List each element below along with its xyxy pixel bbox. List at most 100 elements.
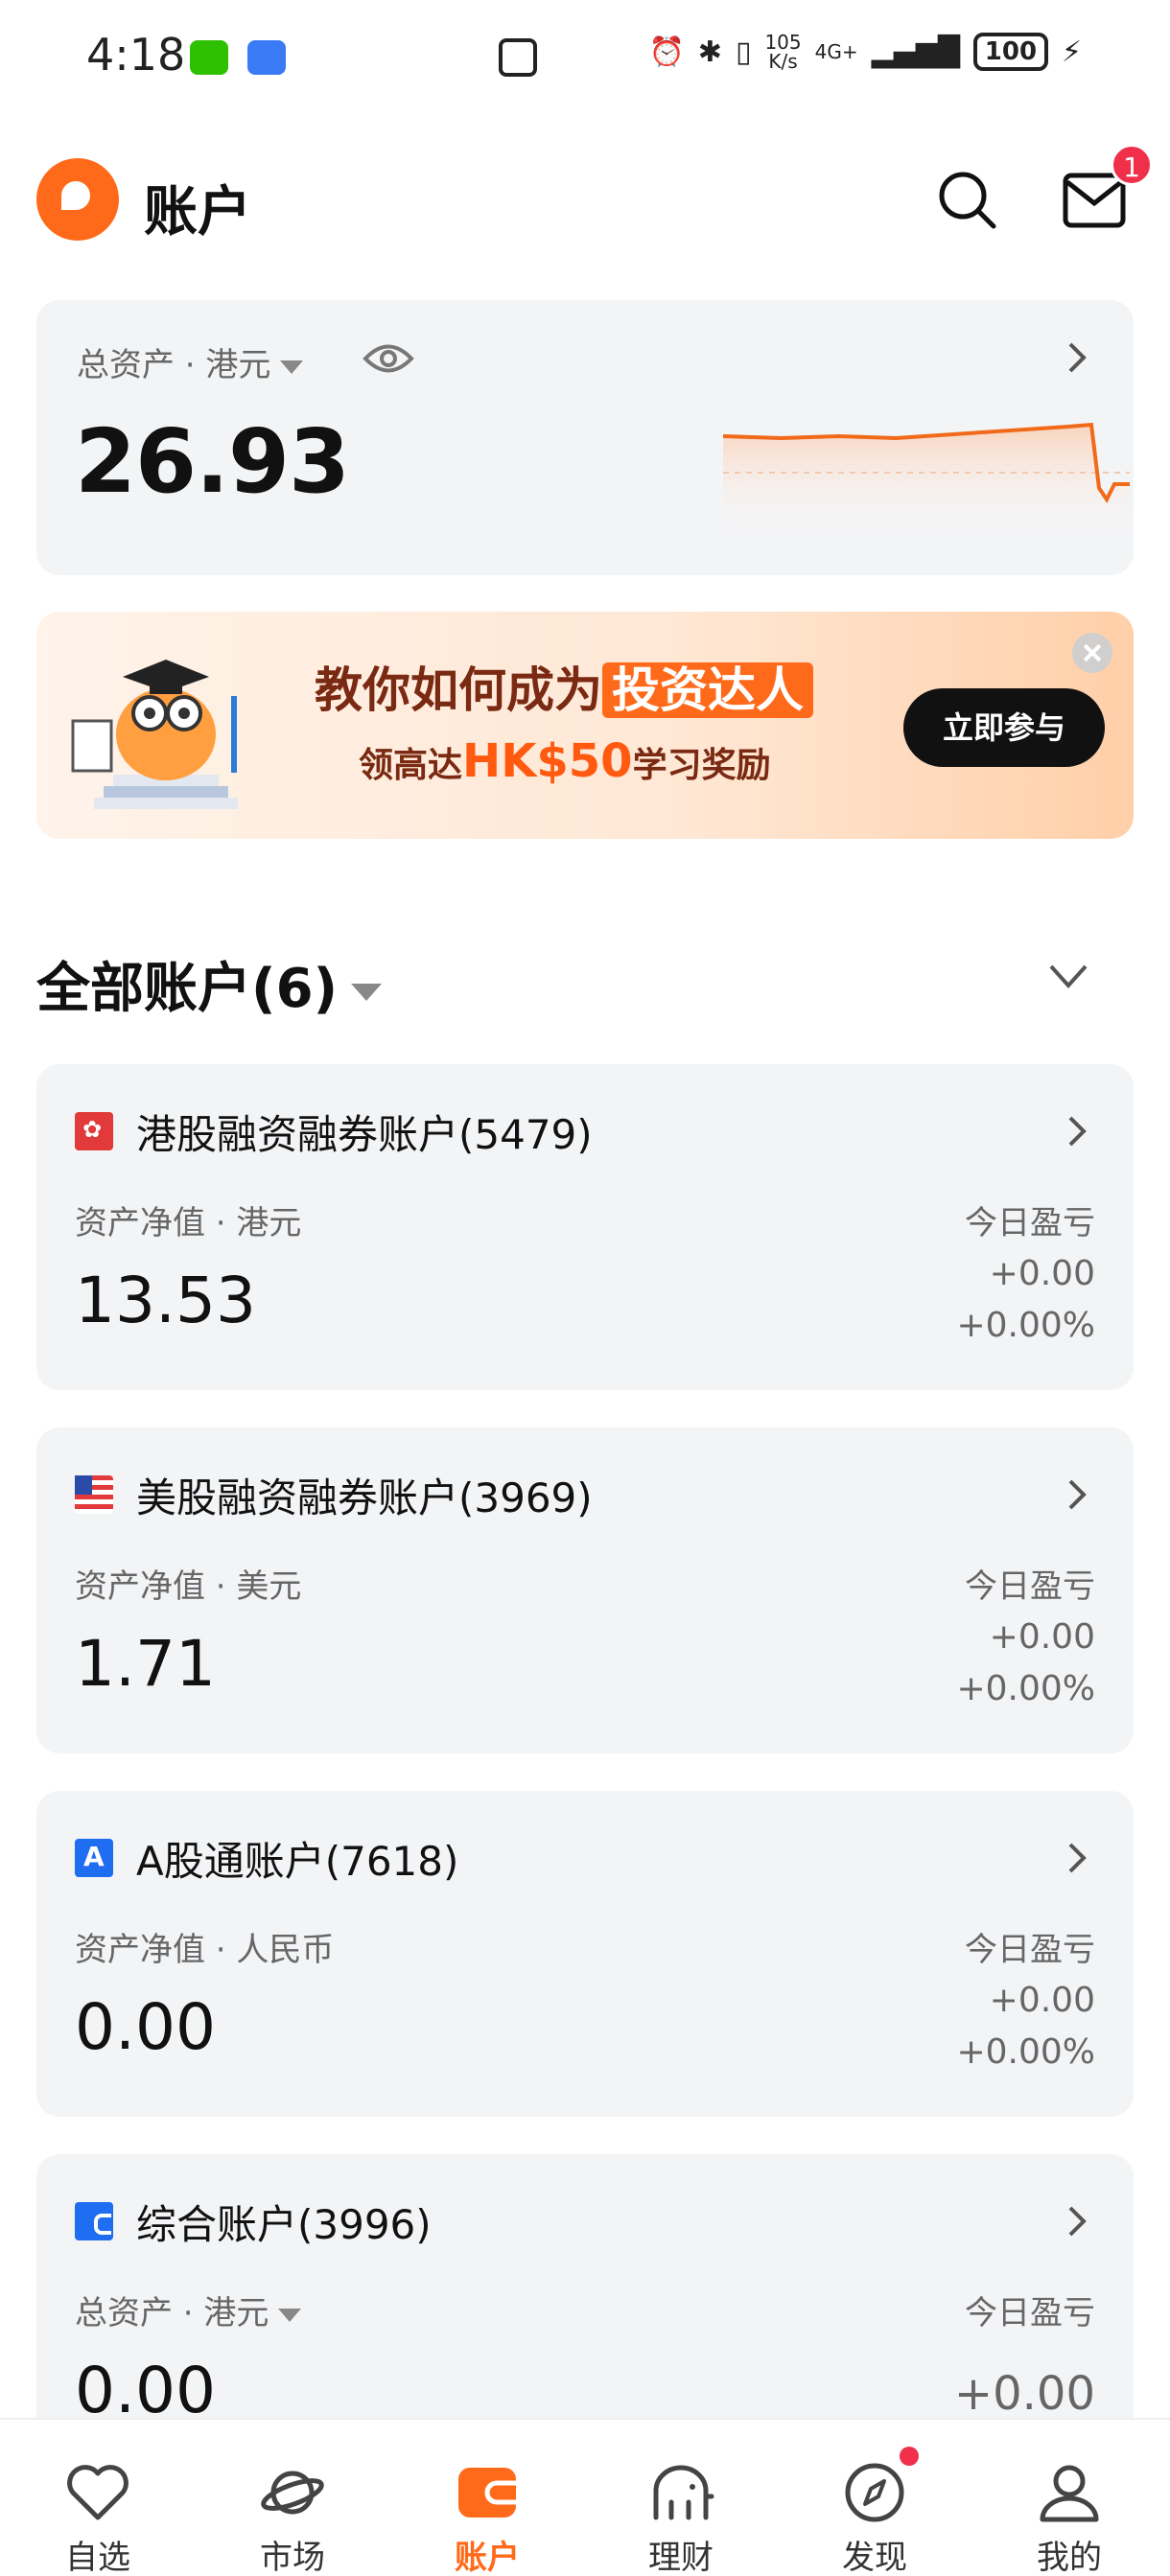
close-banner-icon[interactable]: [1072, 633, 1112, 673]
wallet-icon: [458, 2468, 516, 2518]
chevron-right-icon[interactable]: [1063, 2202, 1091, 2240]
network-speed-unit: K/s: [768, 50, 798, 73]
today-pl-amount: +0.00: [989, 1617, 1095, 1657]
tab-label: 市场: [260, 2539, 325, 2576]
account-name: 美股融资融券账户(3969): [136, 1474, 593, 1521]
today-pl-label: 今日盈亏: [965, 1567, 1095, 1606]
account-card-hk[interactable]: 港股融资融券账户(5479) 资产净值 · 港元 13.53 今日盈亏 +0.0…: [36, 1064, 1134, 1390]
chevron-right-icon[interactable]: [1063, 1475, 1091, 1514]
bluetooth-icon: ✱: [697, 35, 722, 69]
tab-label: 账户: [455, 2539, 520, 2576]
account-net-value-label: 资产净值 · 人民币: [75, 1931, 335, 1969]
tab-market[interactable]: 市场: [216, 2420, 369, 2576]
account-net-value: 0.00: [75, 1990, 216, 2064]
account-card-us[interactable]: 美股融资融券账户(3969) 资产净值 · 美元 1.71 今日盈亏 +0.00…: [36, 1427, 1134, 1753]
status-bar: 4:18 ⏰ ✱ ▯ 105 K/s 4G+ ▂▄▆█ 100 ⚡: [0, 0, 1170, 115]
tab-watchlist[interactable]: 自选: [21, 2420, 175, 2576]
tab-discover[interactable]: 发现: [798, 2420, 951, 2576]
account-net-value: 1.71: [75, 1627, 216, 1701]
account-name: A股通账户(7618): [136, 1838, 459, 1885]
alarm-icon: ⏰: [648, 35, 685, 69]
asset-trend-sparkline: [723, 422, 1130, 540]
wifi-notification-icon: [247, 40, 286, 75]
notification-dot: [900, 2447, 919, 2466]
chevron-right-icon[interactable]: [1063, 338, 1091, 377]
currency-dropdown-icon[interactable]: [280, 360, 304, 374]
today-pl-label: 今日盈亏: [965, 1204, 1095, 1242]
today-pl-label: 今日盈亏: [965, 2294, 1095, 2332]
status-time: 4:18: [86, 29, 186, 81]
mascot-graduate-illustration: [71, 660, 238, 809]
today-pl-percent: +0.00%: [956, 1306, 1095, 1345]
today-pl-amount: +0.00: [953, 2367, 1095, 2421]
chevron-down-icon[interactable]: [1045, 957, 1091, 995]
tab-label: 自选: [65, 2539, 130, 2576]
banner-subline: 领高达HK$50学习奖励: [359, 734, 771, 788]
compass-icon: [845, 2463, 904, 2522]
tab-me[interactable]: 我的: [993, 2420, 1146, 2576]
account-total-assets-label-text: 总资产 · 港元: [75, 2294, 269, 2332]
total-assets-value: 26.93: [75, 410, 350, 513]
total-assets-label-text: 总资产 · 港元: [77, 346, 271, 384]
chevron-right-icon[interactable]: [1063, 1112, 1091, 1150]
banner-subline-prefix: 领高达: [359, 746, 463, 785]
banner-headline-prefix: 教你如何成为: [315, 662, 602, 718]
account-net-value-label: 资产净值 · 美元: [75, 1567, 302, 1606]
today-pl-label: 今日盈亏: [965, 1931, 1095, 1969]
account-card-composite[interactable]: 综合账户(3996) 总资产 · 港元 0.00 今日盈亏 +0.00: [36, 2154, 1134, 2442]
vibrate-icon: ▯: [735, 35, 752, 69]
heart-icon: [67, 2465, 129, 2520]
account-name: 港股融资融券账户(5479): [136, 1111, 593, 1158]
accounts-dropdown-icon[interactable]: [351, 983, 383, 1001]
signal-icon: ▂▄▆█: [871, 35, 960, 69]
battery-indicator: 100: [972, 33, 1048, 71]
eye-icon[interactable]: [363, 340, 414, 377]
today-pl-percent: +0.00%: [956, 1669, 1095, 1708]
account-name: 综合账户(3996): [136, 2201, 432, 2248]
banner-headline: 教你如何成为 投资达人: [315, 652, 813, 721]
account-net-value: 13.53: [75, 1264, 256, 1337]
tab-account[interactable]: 账户: [410, 2420, 564, 2576]
join-now-button[interactable]: 立即参与: [903, 688, 1105, 767]
charging-icon: ⚡: [1061, 35, 1082, 69]
total-assets-card[interactable]: 总资产 · 港元 26.93: [36, 300, 1134, 575]
bottom-tab-bar: 自选 市场 账户 理财 发现 我的: [0, 2418, 1170, 2576]
hk-flag-icon: [75, 1112, 113, 1150]
banner-reward-amount: HK$50: [462, 734, 633, 788]
status-right-icons: ⏰ ✱ ▯ 105 K/s 4G+ ▂▄▆█ 100 ⚡: [648, 33, 1082, 71]
mail-icon[interactable]: [1063, 173, 1126, 228]
wallet-account-icon: [75, 2202, 113, 2240]
planet-icon: [261, 2471, 324, 2515]
nfc-icon: [499, 38, 537, 77]
account-net-value-label: 资产净值 · 港元: [75, 1204, 302, 1242]
wechat-notification-icon: [190, 40, 228, 75]
all-accounts-header[interactable]: 全部账户(6): [36, 945, 383, 1023]
a-share-icon: [75, 1839, 113, 1877]
elephant-icon: [653, 2465, 714, 2520]
app-header: 账户 1: [0, 144, 1170, 259]
us-flag-icon: [75, 1475, 113, 1514]
tab-label: 理财: [648, 2539, 714, 2576]
today-pl-percent: +0.00%: [956, 2032, 1095, 2072]
page-title: 账户: [144, 181, 251, 244]
today-pl-amount: +0.00: [989, 1981, 1095, 2020]
person-icon: [1040, 2465, 1099, 2522]
tab-label: 发现: [842, 2539, 907, 2576]
app-logo: [36, 158, 119, 241]
tab-label: 我的: [1037, 2539, 1102, 2576]
account-total-value: 0.00: [75, 2354, 216, 2427]
account-card-a-share[interactable]: A股通账户(7618) 资产净值 · 人民币 0.00 今日盈亏 +0.00 +…: [36, 1791, 1134, 2117]
network-type: 4G+: [814, 40, 858, 63]
promo-banner[interactable]: 教你如何成为 投资达人 领高达HK$50学习奖励 立即参与: [36, 612, 1134, 839]
chevron-right-icon[interactable]: [1063, 1839, 1091, 1877]
today-pl-amount: +0.00: [989, 1254, 1095, 1293]
all-accounts-title: 全部账户(6): [36, 958, 339, 1020]
search-icon[interactable]: [936, 169, 997, 230]
tab-wealth[interactable]: 理财: [604, 2420, 758, 2576]
account-total-assets-label[interactable]: 总资产 · 港元: [75, 2286, 302, 2333]
banner-subline-suffix: 学习奖励: [632, 746, 771, 785]
total-assets-label[interactable]: 总资产 · 港元: [77, 338, 304, 385]
banner-headline-highlight: 投资达人: [602, 662, 813, 718]
currency-dropdown-icon[interactable]: [278, 2308, 302, 2322]
mail-badge: 1: [1111, 144, 1153, 186]
